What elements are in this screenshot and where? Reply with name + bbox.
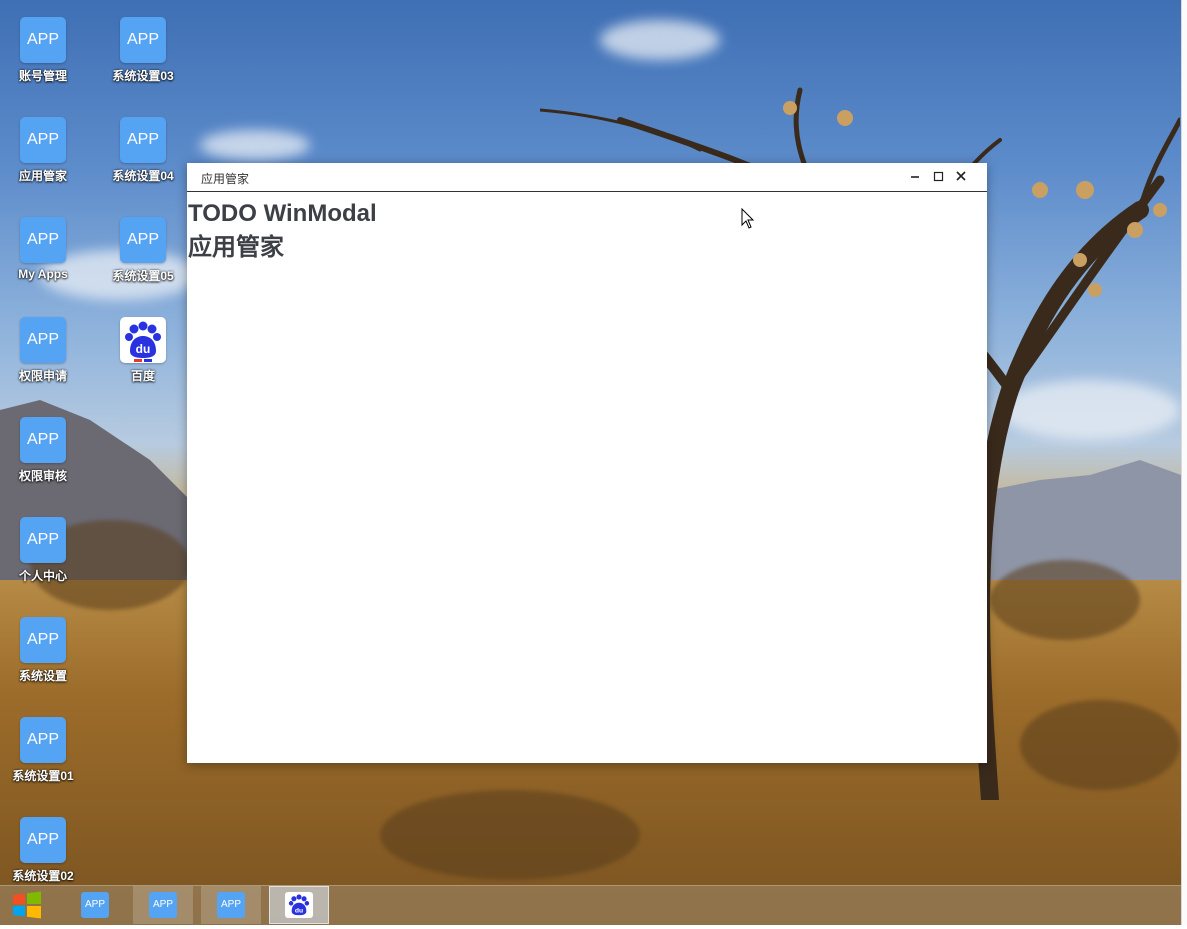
desktop-icon-system-settings-04[interactable]: APP 系统设置04 [103, 117, 183, 184]
app-tile-icon: APP [20, 217, 66, 263]
taskbar: APP APP APP du [0, 885, 1181, 925]
taskbar-item-app[interactable]: APP [133, 886, 193, 924]
taskbar-item-app[interactable]: APP [65, 886, 125, 924]
app-tile-icon: APP [20, 517, 66, 563]
baidu-logo-text: du [136, 342, 151, 356]
app-manager-window[interactable]: 应用管家 TODO WinModal 应用管家 [187, 163, 987, 763]
desktop-icon-app-manager[interactable]: APP 应用管家 [3, 117, 83, 184]
app-tile-icon: APP [20, 817, 66, 863]
desktop-icon-label: 权限申请 [18, 369, 67, 383]
app-tile-icon: APP [81, 892, 109, 918]
desktop-icon-label: 系统设置05 [112, 269, 174, 283]
desktop-icon-label: 系统设置01 [12, 769, 74, 783]
desktop-icon-system-settings-01[interactable]: APP 系统设置01 [3, 717, 83, 784]
desktop-icon-label: My Apps [18, 267, 68, 281]
window-content: TODO WinModal 应用管家 [187, 192, 987, 270]
desktop-icon-permission-review[interactable]: APP 权限审核 [3, 417, 83, 484]
desktop-icon-system-settings-05[interactable]: APP 系统设置05 [103, 217, 183, 284]
app-tile-icon: APP [120, 117, 166, 163]
app-tile-icon: APP [120, 217, 166, 263]
desktop-icon-system-settings-02[interactable]: APP 系统设置02 [3, 817, 83, 884]
desktop-icon-label: 个人中心 [18, 569, 67, 583]
desktop-icon-label: 应用管家 [18, 169, 67, 183]
app-tile-icon: APP [20, 717, 66, 763]
minimize-icon[interactable] [904, 167, 926, 187]
window-titlebar[interactable]: 应用管家 [187, 163, 987, 192]
app-tile-icon: APP [120, 17, 166, 63]
desktop-icon-label: 权限审核 [18, 469, 67, 483]
close-icon[interactable] [950, 167, 972, 187]
mouse-pointer-icon [741, 208, 755, 229]
app-tile-icon: APP [20, 317, 66, 363]
desktop-icon-system-settings[interactable]: APP 系统设置 [3, 617, 83, 684]
app-name-heading: 应用管家 [188, 234, 284, 261]
desktop-icon-label: 系统设置02 [12, 869, 74, 883]
desktop-icon-personal-center[interactable]: APP 个人中心 [3, 517, 83, 584]
app-tile-icon: APP [20, 117, 66, 163]
todo-heading: TODO WinModal [188, 200, 377, 227]
app-tile-icon: APP [20, 17, 66, 63]
desktop-icon-permission-request[interactable]: APP 权限申请 [3, 317, 83, 384]
desktop-icon-system-settings-03[interactable]: APP 系统设置03 [103, 17, 183, 84]
desktop-icon-label: 系统设置 [18, 669, 67, 683]
taskbar-item-app[interactable]: APP [201, 886, 261, 924]
window-title: 应用管家 [201, 172, 250, 186]
baidu-paw-icon: du [285, 892, 313, 918]
maximize-icon[interactable] [927, 167, 949, 187]
app-tile-icon: APP [149, 892, 177, 918]
baidu-logo-text: du [295, 907, 303, 914]
app-tile-icon: APP [20, 417, 66, 463]
desktop-icon-baidu[interactable]: du 百度 [103, 317, 183, 384]
desktop-icon-my-apps[interactable]: APP My Apps [3, 217, 83, 281]
app-tile-icon: APP [217, 892, 245, 918]
desktop-icon-label: 百度 [130, 369, 155, 383]
baidu-paw-icon: du [120, 317, 166, 363]
desktop-icon-label: 账号管理 [18, 69, 67, 83]
desktop-icon-label: 系统设置04 [112, 169, 174, 183]
taskbar-item-baidu[interactable]: du [269, 886, 329, 924]
windows-logo-icon[interactable] [11, 891, 43, 919]
app-tile-icon: APP [20, 617, 66, 663]
desktop-icon-account-management[interactable]: APP 账号管理 [3, 17, 83, 84]
desktop-icon-label: 系统设置03 [112, 69, 174, 83]
screen-edge [1181, 0, 1187, 925]
